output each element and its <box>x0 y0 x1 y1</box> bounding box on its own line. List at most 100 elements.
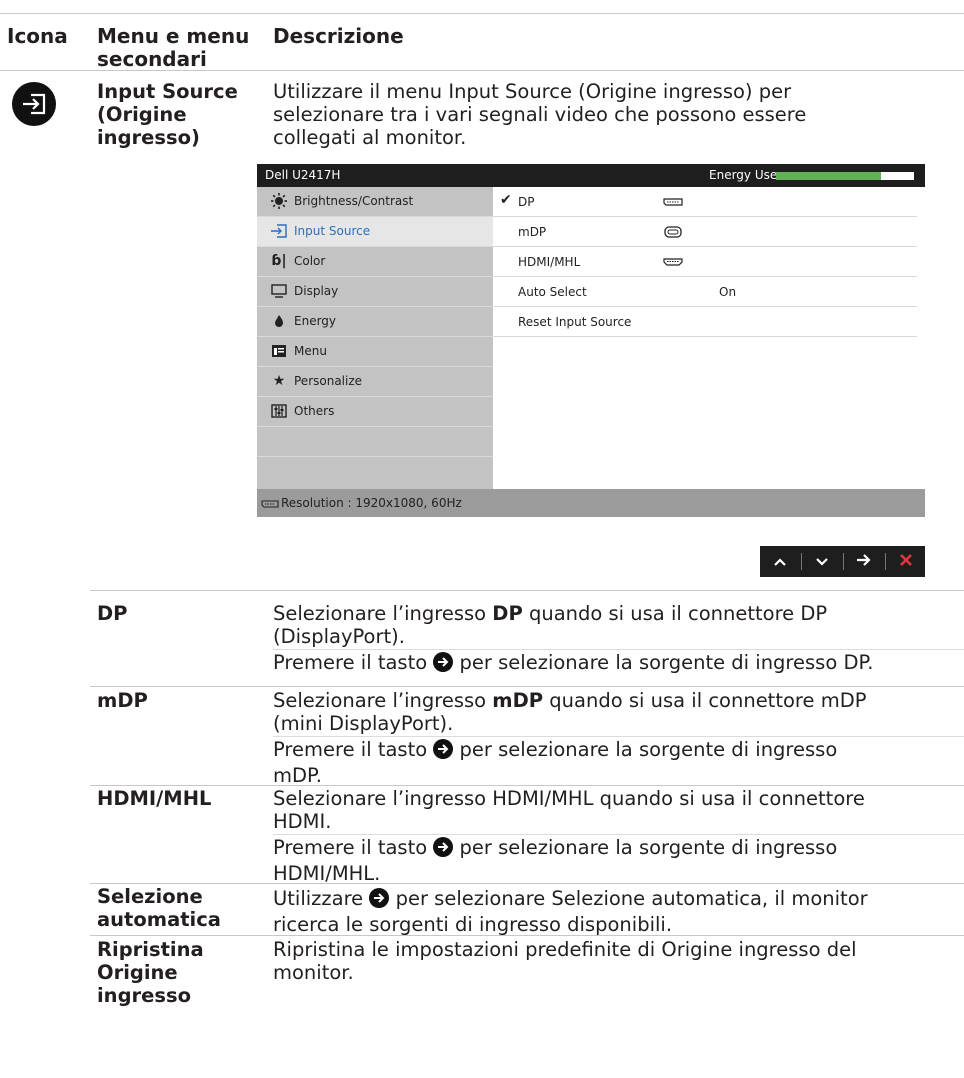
arrow-right-button[interactable] <box>844 546 884 577</box>
text: quando si usa il connettore DP <box>522 602 828 625</box>
osd-menu-item-color[interactable]: ɓ| Color <box>257 247 493 277</box>
row-hdmi-name: HDMI/MHL <box>97 787 212 810</box>
osd-menu-item-others[interactable]: Others <box>257 397 493 427</box>
text: Premere il tasto <box>273 738 434 761</box>
osd-menu: Dell U2417H Energy Use Brightness/Contra… <box>257 164 925 517</box>
close-button[interactable] <box>886 546 926 577</box>
osd-energy-label: Energy Use <box>709 168 778 182</box>
osd-menu-label: Input Source <box>294 224 371 238</box>
osd-menu-label: Brightness/Contrast <box>294 194 414 208</box>
osd-resolution: Resolution : 1920x1080, 60Hz <box>281 496 462 510</box>
osd-menu-item-input-source[interactable]: Input Source <box>257 217 493 247</box>
osd-menu-label: Others <box>294 404 335 418</box>
input-source-desc-line3: collegati al monitor. <box>273 126 467 149</box>
header-desc-col: Descrizione <box>273 24 404 48</box>
top-rule <box>0 13 964 14</box>
chevron-up-button[interactable] <box>760 546 800 577</box>
osd-menu-item-energy[interactable]: Energy <box>257 307 493 337</box>
row-dp-desc: Selezionare l’ingresso DP quando si usa … <box>273 602 963 648</box>
row-subrule <box>273 736 964 737</box>
text-bold: mDP <box>492 689 544 712</box>
row-mdp-desc-line1: Selezionare l’ingresso mDP quando si usa… <box>273 689 963 712</box>
hdmi-connector-icon <box>663 256 683 270</box>
header-menu-line2: secondari <box>97 47 207 71</box>
osd-menu-item-menu[interactable]: Menu <box>257 337 493 367</box>
osd-menu-item-display[interactable]: Display <box>257 277 493 307</box>
row-mdp-name: mDP <box>97 689 148 712</box>
input-source-name: Input Source (Origine ingresso) <box>97 80 238 149</box>
row-mdp-desc-line2: (mini DisplayPort). <box>273 712 454 735</box>
input-source-icon <box>270 223 288 239</box>
osd-option-reset-input-source[interactable]: Reset Input Source <box>493 307 917 337</box>
osd-option-label: HDMI/MHL <box>518 255 581 269</box>
text: Utilizzare <box>273 887 370 910</box>
row-reset-desc-line2: monitor. <box>273 961 354 984</box>
input-source-name-line1: Input Source <box>97 80 238 103</box>
row-auto-desc: Utilizzare per selezionare Selezione aut… <box>273 887 868 936</box>
osd-menu-item-brightness-contrast[interactable]: Brightness/Contrast <box>257 187 493 217</box>
mdp-connector-icon <box>663 226 683 241</box>
row-hdmi-press-line2: HDMI/MHL. <box>273 862 381 885</box>
osd-option-label: Reset Input Source <box>518 315 632 329</box>
color-icon: ɓ| <box>271 253 287 269</box>
dp-connector-icon <box>663 196 683 210</box>
header-icon-col: Icona <box>7 24 68 48</box>
chevron-up-icon <box>773 552 787 571</box>
osd-menu-empty-row <box>257 427 493 457</box>
row-mdp-desc: Selezionare l’ingresso mDP quando si usa… <box>273 689 963 735</box>
input-source-name-line3: ingresso) <box>97 126 200 149</box>
text: per selezionare la sorgente di ingresso … <box>453 651 874 674</box>
energy-icon <box>270 313 288 329</box>
header-menu-line1: Menu e menu <box>97 24 250 48</box>
input-source-desc-line2: selezionare tra i vari segnali video che… <box>273 103 807 126</box>
energy-use-bar <box>776 172 914 180</box>
osd-nav-buttons <box>760 546 925 577</box>
row-dp-desc-line2: (DisplayPort). <box>273 625 405 648</box>
text: per selezionare la sorgente di ingresso <box>453 836 838 859</box>
arrow-right-circle-icon <box>433 739 454 764</box>
input-source-circle-icon <box>12 82 56 126</box>
osd-option-hdmi-mhl[interactable]: HDMI/MHL <box>493 247 917 277</box>
text: Selezionare l’ingresso <box>273 689 493 712</box>
osd-option-mdp[interactable]: mDP <box>493 217 917 247</box>
row-subrule <box>273 834 964 835</box>
text: Premere il tasto <box>273 836 434 859</box>
row-auto-name-line2: automatica <box>97 908 221 931</box>
arrow-right-circle-icon <box>433 837 454 862</box>
text-bold: DP <box>492 602 523 625</box>
input-source-description: Utilizzare il menu Input Source (Origine… <box>273 80 806 149</box>
text: per selezionare la sorgente di ingresso <box>453 738 838 761</box>
menu-icon <box>270 343 288 359</box>
osd-title-bar: Dell U2417H Energy Use <box>257 164 925 187</box>
row-mdp-press-line2: mDP. <box>273 764 322 787</box>
row-mdp-press-line1: Premere il tasto per selezionare la sorg… <box>273 738 837 764</box>
osd-option-label: DP <box>518 195 535 209</box>
osd-menu-item-personalize[interactable]: ★ Personalize <box>257 367 493 397</box>
osd-menu-label: Menu <box>294 344 327 358</box>
row-hdmi-desc: Selezionare l’ingresso HDMI/MHL quando s… <box>273 787 963 833</box>
osd-model-title: Dell U2417H <box>265 168 341 182</box>
chevron-down-button[interactable] <box>802 546 842 577</box>
row-dp-press: Premere il tasto per selezionare la sorg… <box>273 651 873 677</box>
row-reset-desc: Ripristina le impostazioni predefinite d… <box>273 938 857 984</box>
arrow-right-circle-icon <box>369 888 390 913</box>
row-rule <box>90 785 964 786</box>
dp-connector-icon <box>261 498 279 512</box>
osd-menu-label: Display <box>294 284 339 298</box>
chevron-down-icon <box>815 552 829 571</box>
row-rule <box>90 883 964 884</box>
osd-option-dp[interactable]: ✔ DP <box>493 187 917 217</box>
row-hdmi-press: Premere il tasto per selezionare la sorg… <box>273 836 837 885</box>
row-reset-name-line3: ingresso <box>97 984 191 1007</box>
osd-option-auto-select[interactable]: Auto Select On <box>493 277 917 307</box>
osd-menu-label: Color <box>294 254 326 268</box>
osd-option-label: mDP <box>518 225 547 239</box>
osd-option-label: Auto Select <box>518 285 587 299</box>
header-rule <box>0 70 964 71</box>
arrow-right-icon <box>856 552 872 571</box>
display-icon <box>270 283 288 299</box>
row-reset-desc-line1: Ripristina le impostazioni predefinite d… <box>273 938 857 961</box>
text: Premere il tasto <box>273 651 434 674</box>
check-icon: ✔ <box>500 192 512 208</box>
input-source-desc-line1: Utilizzare il menu Input Source (Origine… <box>273 80 792 103</box>
